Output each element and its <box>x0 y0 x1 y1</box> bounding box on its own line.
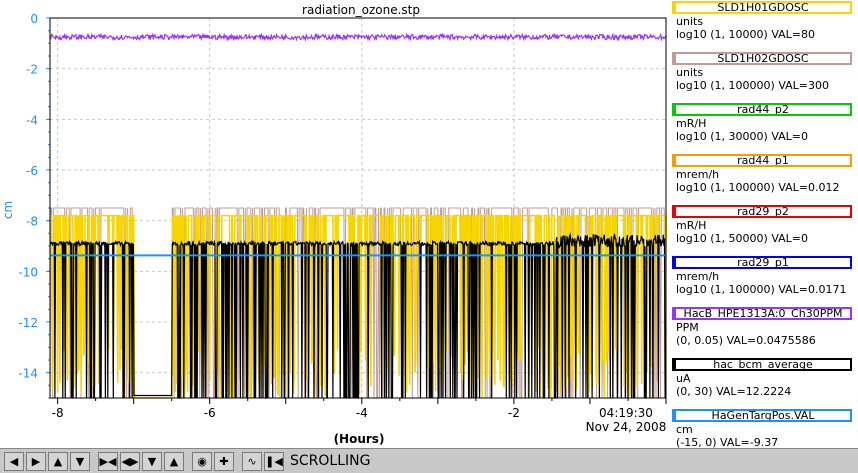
scroll-left-button[interactable]: ◀ <box>4 451 24 471</box>
series-hacb-hpe1313a-line <box>49 32 667 42</box>
zoom-in-y-icon: ▼ <box>147 454 157 468</box>
legend-series-name[interactable]: SLD1H02GDOSC <box>672 52 852 65</box>
y-tick-label: -10 <box>18 265 38 279</box>
autoscale-button[interactable]: ∿ <box>242 451 262 471</box>
zoom-in-y-button[interactable]: ▼ <box>142 451 162 471</box>
zoom-out-y-icon: ▲ <box>169 454 179 468</box>
legend-range: log10 (1, 10000) VAL=80 <box>676 28 816 41</box>
legend-item[interactable]: rad29_p1 mrem/h log10 (1, 100000) VAL=0.01… <box>670 255 858 306</box>
x-axis-label: (Hours) <box>334 432 385 446</box>
legend-units: PPM <box>676 321 699 334</box>
end-time: 04:19:30 <box>599 406 653 420</box>
zoom-out-x-icon: ◀▶ <box>121 454 139 468</box>
toolbar: ◀ ▶ ▲ ▼ ▶◀ ◀▶ ▼ ▲ ◉ ✚ ∿ ❚◀ SCROLLING <box>0 448 858 473</box>
zoom-in-x-button[interactable]: ▶◀ <box>98 451 118 471</box>
legend-series-name[interactable]: HacB_HPE1313A:0_Ch30PPM <box>672 307 852 320</box>
status-text: SCROLLING <box>290 453 371 469</box>
legend-series-name[interactable]: rad29_p2 <box>672 205 852 218</box>
legend-series-name[interactable]: rad44_p1 <box>672 154 852 167</box>
legend-range: log10 (1, 100000) VAL=300 <box>676 79 830 92</box>
zoom-in-x-icon: ▶◀ <box>99 454 117 468</box>
arrow-right-icon: ▶ <box>31 454 41 468</box>
x-tick-label: -6 <box>204 406 216 420</box>
legend-units: units <box>676 66 704 79</box>
add-icon: ✚ <box>219 454 229 468</box>
legend-units: units <box>676 15 704 28</box>
add-button[interactable]: ✚ <box>214 451 234 471</box>
legend-range: (0, 0.05) VAL=0.0475586 <box>676 334 816 347</box>
legend-range: log10 (1, 100000) VAL=0.012 <box>676 181 840 194</box>
autoscale-icon: ∿ <box>247 454 257 468</box>
y-tick-label: -8 <box>26 215 38 229</box>
y-tick-label: -12 <box>18 316 38 330</box>
legend-item[interactable]: rad44_p1 mrem/h log10 (1, 100000) VAL=0.01… <box>670 153 858 204</box>
strip-chart[interactable]: radiation_ozone.stp cm 0 -2 -4 -6 -8 -10 -12 -1… <box>0 0 670 446</box>
legend-range: log10 (1, 100000) VAL=0.0171 <box>676 283 847 296</box>
legend-range: log10 (1, 50000) VAL=0 <box>676 232 809 245</box>
scroll-right-button[interactable]: ▶ <box>26 451 46 471</box>
scroll-up-button[interactable]: ▲ <box>48 451 68 471</box>
arrow-up-icon: ▲ <box>53 454 63 468</box>
chart-title: radiation_ozone.stp <box>302 3 420 17</box>
legend-series-name[interactable]: rad29_p1 <box>672 256 852 269</box>
legend-item[interactable]: SLD1H01GDOSC units log10 (1, 10000) VAL=80 <box>670 0 858 51</box>
legend-units: mR/H <box>676 219 707 232</box>
end-date: Nov 24, 2008 <box>586 420 667 434</box>
y-tick-label: -4 <box>26 113 38 127</box>
legend-series-name[interactable]: rad44_p2 <box>672 103 852 116</box>
legend-series-name[interactable]: hac_bcm_average <box>672 358 852 371</box>
legend-range: log10 (1, 30000) VAL=0 <box>676 130 809 143</box>
arrow-left-icon: ◀ <box>9 454 19 468</box>
legend-item[interactable]: hac_bcm_average uA (0, 30) VAL=12.2224 <box>670 357 858 408</box>
legend-item[interactable]: rad44_p2 mR/H log10 (1, 30000) VAL=0 <box>670 102 858 153</box>
x-tick-label: -2 <box>508 406 520 420</box>
legend-item[interactable]: HacB_HPE1313A:0_Ch30PPM PPM (0, 0.05) VAL=… <box>670 306 858 357</box>
legend-units: mrem/h <box>676 168 720 181</box>
legend-units: uA <box>676 372 691 385</box>
x-tick-label: -8 <box>52 406 64 420</box>
scroll-down-button[interactable]: ▼ <box>70 451 90 471</box>
x-tick-label: -4 <box>356 406 368 420</box>
legend-series-name[interactable]: SLD1H01GDOSC <box>672 1 852 14</box>
legend-range: (0, 30) VAL=12.2224 <box>676 385 792 398</box>
pause-icon: ❚◀ <box>265 454 283 468</box>
zoom-out-y-button[interactable]: ▲ <box>164 451 184 471</box>
legend-units: cm <box>676 423 693 436</box>
y-tick-label: -14 <box>18 367 38 381</box>
legend-series-name[interactable]: HaGenTargPos.VAL <box>672 409 852 422</box>
legend-units: mrem/h <box>676 270 720 283</box>
y-tick-label: -2 <box>26 63 38 77</box>
legend-item[interactable]: SLD1H02GDOSC units log10 (1, 100000) VAL=3… <box>670 51 858 102</box>
legend-item[interactable]: rad29_p2 mR/H log10 (1, 50000) VAL=0 <box>670 204 858 255</box>
zoom-out-x-button[interactable]: ◀▶ <box>120 451 140 471</box>
pause-button[interactable]: ❚◀ <box>264 451 284 471</box>
y-axis-label: cm <box>1 201 15 219</box>
config-button[interactable]: ◉ <box>192 451 212 471</box>
legend-panel: SLD1H01GDOSC units log10 (1, 10000) VAL=80… <box>670 0 858 449</box>
y-tick-label: -6 <box>26 164 38 178</box>
legend-units: mR/H <box>676 117 707 130</box>
arrow-down-icon: ▼ <box>75 454 85 468</box>
y-tick-label: 0 <box>30 12 38 26</box>
config-icon: ◉ <box>197 454 207 468</box>
